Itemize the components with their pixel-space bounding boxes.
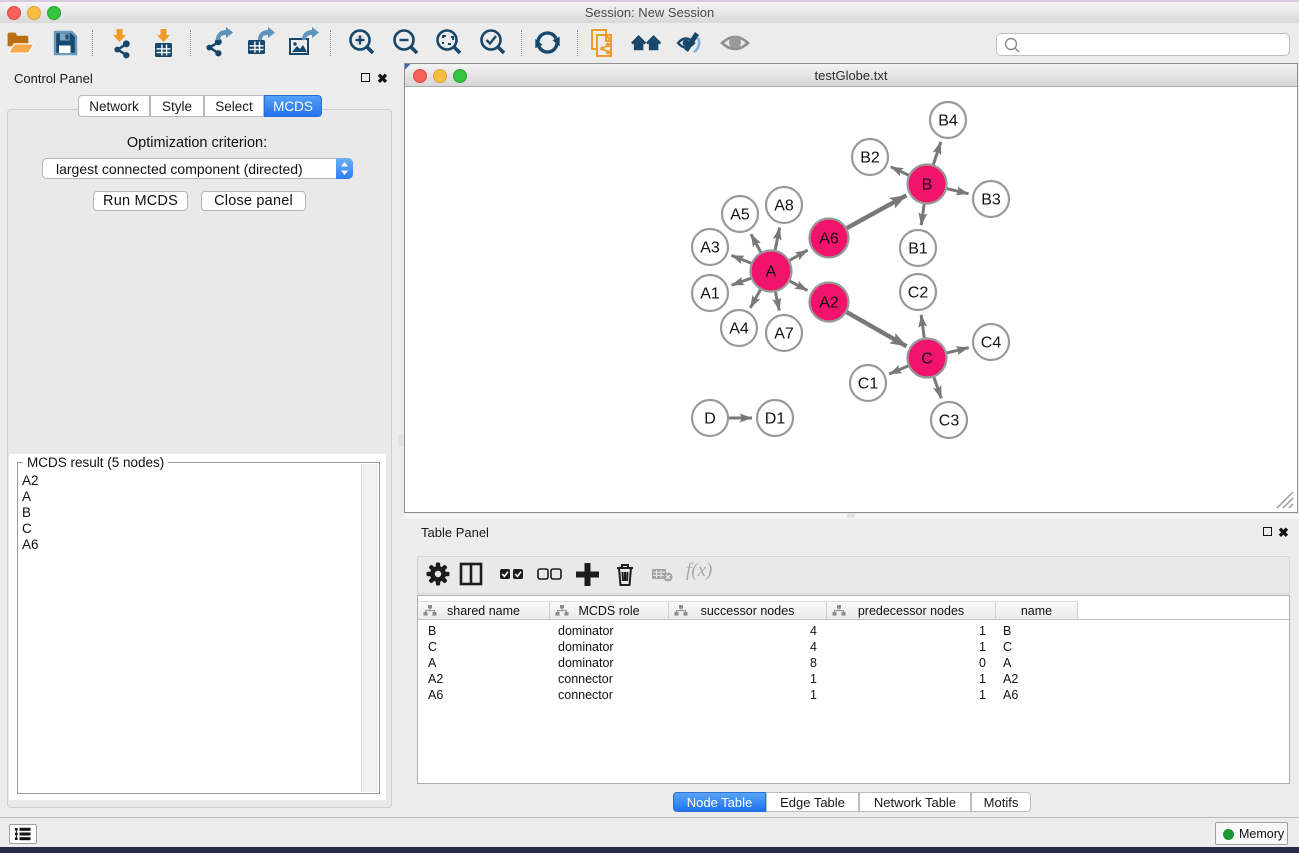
svg-text:A6: A6 xyxy=(819,231,839,248)
svg-text:B4: B4 xyxy=(938,113,958,130)
svg-text:A8: A8 xyxy=(774,198,794,215)
svg-text:A: A xyxy=(766,264,777,281)
svg-text:B3: B3 xyxy=(981,192,1001,209)
svg-text:A2: A2 xyxy=(819,295,839,312)
svg-text:D: D xyxy=(704,411,716,428)
svg-text:B2: B2 xyxy=(860,150,880,167)
svg-text:C1: C1 xyxy=(858,376,879,393)
svg-text:A3: A3 xyxy=(700,240,720,257)
svg-text:B: B xyxy=(922,177,933,194)
svg-text:C2: C2 xyxy=(908,285,929,302)
svg-text:C: C xyxy=(921,351,933,368)
svg-text:D1: D1 xyxy=(765,411,786,428)
svg-text:A7: A7 xyxy=(774,326,794,343)
svg-text:A1: A1 xyxy=(700,286,720,303)
svg-text:C3: C3 xyxy=(939,413,960,430)
svg-text:B1: B1 xyxy=(908,241,928,258)
svg-text:A4: A4 xyxy=(729,321,749,338)
svg-text:A5: A5 xyxy=(730,207,750,224)
svg-text:C4: C4 xyxy=(981,335,1002,352)
